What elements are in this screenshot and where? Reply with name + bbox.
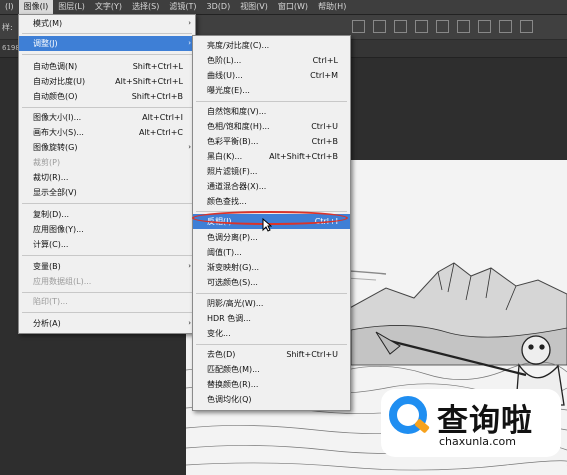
menu-item-equalize[interactable]: 色调均化(Q) xyxy=(193,392,350,407)
menu-item-levels[interactable]: 色阶(L)... Ctrl+L xyxy=(193,53,350,68)
menu-item-analysis[interactable]: 分析(A) › xyxy=(19,316,195,331)
menubar-item-view[interactable]: 视图(V) xyxy=(235,0,273,14)
menu-separator xyxy=(22,255,192,256)
menu-item-apply-image[interactable]: 应用图像(Y)... xyxy=(19,222,195,237)
menu-separator xyxy=(22,107,192,108)
distribute-middle-icon[interactable] xyxy=(436,20,449,33)
chevron-right-icon: › xyxy=(188,319,191,327)
menu-item-variables[interactable]: 变量(B) › xyxy=(19,259,195,274)
menu-item-vibrance[interactable]: 自然饱和度(V)... xyxy=(193,104,350,119)
menu-separator xyxy=(22,312,192,313)
menu-item-gradient-map[interactable]: 渐变映射(G)... xyxy=(193,260,350,275)
menu-separator xyxy=(22,292,192,293)
menu-item-exposure[interactable]: 曝光度(E)... xyxy=(193,83,350,98)
menubar-item-window[interactable]: 窗口(W) xyxy=(273,0,313,14)
menu-item-trap: 陷印(T)... xyxy=(33,297,68,306)
menu-item-black-white[interactable]: 黑白(K)... Alt+Shift+Ctrl+B xyxy=(193,149,350,164)
menubar-item-image[interactable]: 图像(I) xyxy=(18,0,54,14)
watermark-url: chaxunla.com xyxy=(439,435,516,448)
menu-item-curves[interactable]: 曲线(U)... Ctrl+M xyxy=(193,68,350,83)
align-bottom-icon[interactable] xyxy=(394,20,407,33)
menu-item-variations[interactable]: 变化... xyxy=(193,326,350,341)
watermark-brand: 查询啦 xyxy=(437,403,533,439)
menubar-item-layer[interactable]: 图层(L) xyxy=(53,0,90,14)
menu-item-selective-color[interactable]: 可选颜色(S)... xyxy=(193,275,350,290)
menubar-item-type[interactable]: 文字(Y) xyxy=(90,0,127,14)
align-left-icon[interactable] xyxy=(478,20,491,33)
align-top-icon[interactable] xyxy=(352,20,365,33)
menu-item-replace-color[interactable]: 替换颜色(R)... xyxy=(193,377,350,392)
align-icons xyxy=(352,20,533,33)
menu-item-auto-contrast[interactable]: 自动对比度(U) Alt+Shift+Ctrl+L xyxy=(19,74,195,89)
menu-item-image-size[interactable]: 图像大小(I)... Alt+Ctrl+I xyxy=(19,110,195,125)
menu-separator xyxy=(22,203,192,204)
menu-item-channel-mixer[interactable]: 通道混合器(X)... xyxy=(193,179,350,194)
menu-item-reveal-all[interactable]: 显示全部(V) xyxy=(19,185,195,200)
menubar-item-filter[interactable]: 滤镜(T) xyxy=(164,0,201,14)
distribute-icon[interactable] xyxy=(415,20,428,33)
align-right-icon[interactable] xyxy=(520,20,533,33)
menu-separator xyxy=(196,293,347,294)
mouse-cursor-icon xyxy=(262,218,272,232)
align-middle-icon[interactable] xyxy=(373,20,386,33)
distribute-bottom-icon[interactable] xyxy=(457,20,470,33)
watermark: 查询啦 chaxunla.com xyxy=(381,389,561,457)
options-label: 样: xyxy=(2,23,13,32)
menu-item-desaturate[interactable]: 去色(D) Shift+Ctrl+U xyxy=(193,347,350,362)
image-menu: 模式(M) › 调整(J) › 自动色调(N) Shift+Ctrl+L 自动对比度(… xyxy=(18,14,196,334)
menu-item-match-color[interactable]: 匹配颜色(M)... xyxy=(193,362,350,377)
menu-item-auto-color[interactable]: 自动颜色(O) Shift+Ctrl+B xyxy=(19,89,195,104)
menu-item-hue-saturation[interactable]: 色相/饱和度(H)... Ctrl+U xyxy=(193,119,350,134)
menubar-item-select[interactable]: 选择(S) xyxy=(127,0,164,14)
menu-item-color-lookup[interactable]: 颜色查找... xyxy=(193,194,350,209)
menubar-item-help[interactable]: 帮助(H) xyxy=(313,0,351,14)
menu-item-threshold[interactable]: 阈值(T)... xyxy=(193,245,350,260)
menu-item-image-rotation[interactable]: 图像旋转(G) › xyxy=(19,140,195,155)
menu-item-duplicate[interactable]: 复制(D)... xyxy=(19,207,195,222)
chevron-right-icon: › xyxy=(188,39,191,47)
menu-item-posterize[interactable]: 色调分离(P)... xyxy=(193,230,350,245)
menu-item-hdr-toning[interactable]: HDR 色调... xyxy=(193,311,350,326)
chevron-right-icon: › xyxy=(188,143,191,151)
menu-item-brightness-contrast[interactable]: 亮度/对比度(C)... xyxy=(193,38,350,53)
chevron-right-icon: › xyxy=(188,19,191,27)
menu-separator xyxy=(22,33,192,34)
menu-item-mode[interactable]: 模式(M) › xyxy=(19,16,195,31)
menu-item-canvas-size[interactable]: 画布大小(S)... Alt+Ctrl+C xyxy=(19,125,195,140)
menu-item-color-balance[interactable]: 色彩平衡(B)... Ctrl+B xyxy=(193,134,350,149)
menubar-item-previous[interactable]: (I) xyxy=(0,0,19,14)
menu-item-apply-data-set: 应用数据组(L)... xyxy=(33,277,92,286)
chevron-right-icon: › xyxy=(188,262,191,270)
align-center-icon[interactable] xyxy=(499,20,512,33)
menu-item-photo-filter[interactable]: 照片滤镜(F)... xyxy=(193,164,350,179)
magnifier-logo-icon xyxy=(389,396,427,434)
menu-item-calculations[interactable]: 计算(C)... xyxy=(19,237,195,252)
menubar-item-3d[interactable]: 3D(D) xyxy=(202,0,236,14)
menu-item-crop: 裁剪(P) xyxy=(33,158,61,167)
menu-separator xyxy=(196,344,347,345)
menu-item-shadows-highlights[interactable]: 阴影/高光(W)... xyxy=(193,296,350,311)
menu-bar: (I) 图像(I) 图层(L) 文字(Y) 选择(S) 滤镜(T) 3D(D) … xyxy=(0,0,567,15)
menu-separator xyxy=(22,54,192,55)
menu-item-trim[interactable]: 裁切(R)... xyxy=(19,170,195,185)
menu-item-adjustments[interactable]: 调整(J) › xyxy=(19,36,195,51)
menu-item-auto-tone[interactable]: 自动色调(N) Shift+Ctrl+L xyxy=(19,59,195,74)
menu-separator xyxy=(196,101,347,102)
